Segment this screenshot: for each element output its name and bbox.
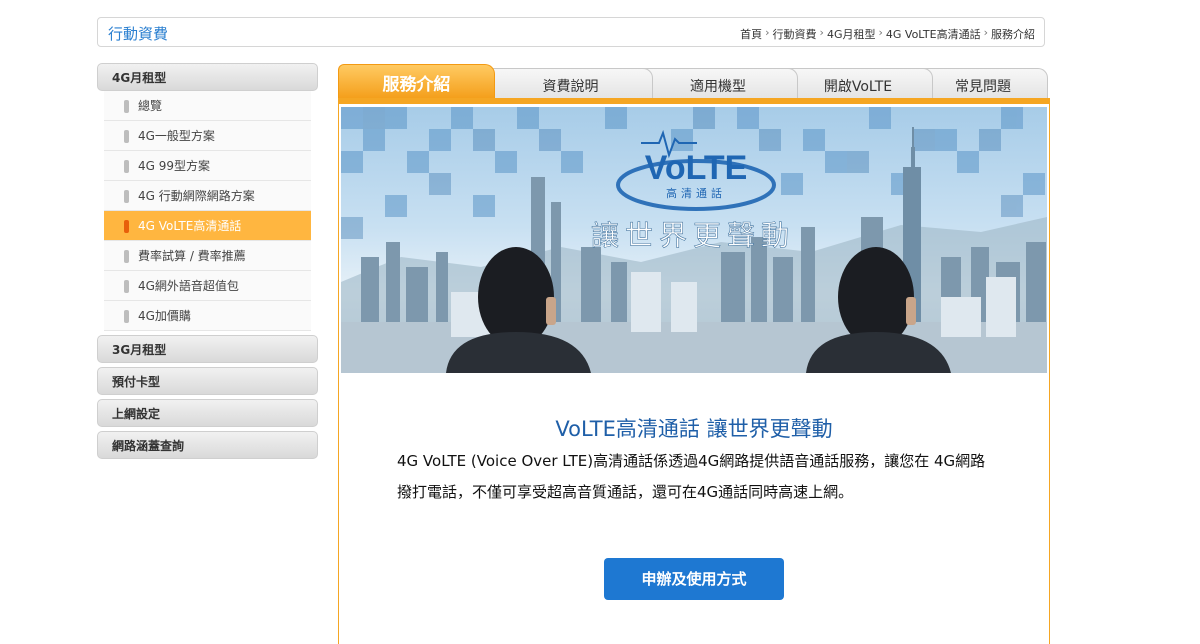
breadcrumb-separator: › [819,26,824,39]
breadcrumb-4g-monthly[interactable]: 4G月租型 [827,26,876,42]
volte-logo-subtext: 高清通話 [666,186,726,200]
service-description: 4G VoLTE (Voice Over LTE)高清通話係透過4G網路提供語音… [397,452,986,501]
banner-art: VoLTE 高清通話 讓世界更聲動 [341,107,1047,373]
sidebar-group-internet-settings[interactable]: 上網設定 [97,399,318,427]
sidebar-item-4g-volte[interactable]: 4G VoLTE高清通話 [104,211,311,241]
breadcrumb-separator: › [983,26,988,39]
sidebar-item-label: 總覽 [138,99,163,113]
bullet-bar [124,310,129,323]
sidebar-item-4g-internet[interactable]: 4G 行動網際網路方案 [104,181,311,211]
sidebar-item-label: 4G VoLTE高清通話 [138,219,242,233]
tab-bar: 常見問題 開啟VoLTE 適用機型 資費說明 服務介紹 [338,64,1050,102]
breadcrumb-volte[interactable]: 4G VoLTE高清通話 [886,26,981,42]
banner-slogan: 讓世界更聲動 [591,219,795,252]
tab-rate-details[interactable]: 資費說明 [488,68,653,102]
breadcrumb-home[interactable]: 首頁 [740,26,762,42]
section-headline: VoLTE高清通話 讓世界更聲動 [555,417,833,441]
apply-usage-button[interactable]: 申辦及使用方式 [604,558,784,600]
sidebar-item-label: 4G一般型方案 [138,129,215,143]
sidebar-item-label: 4G網外語音超值包 [138,279,239,293]
sidebar-group-coverage[interactable]: 網路涵蓋查詢 [97,431,318,459]
breadcrumb: 首頁 › 行動資費 › 4G月租型 › 4G VoLTE高清通話 › 服務介紹 [740,26,1035,42]
tab-faq[interactable]: 常見問題 [918,68,1048,102]
volte-banner: VoLTE 高清通話 讓世界更聲動 [341,107,1047,373]
sidebar-item-label: 4G 99型方案 [138,159,211,173]
sidebar-item-4g-addon[interactable]: 4G加價購 [104,301,311,331]
tab-enable-volte[interactable]: 開啟VoLTE [783,68,933,102]
header-bar: 行動資費 首頁 › 行動資費 › 4G月租型 › 4G VoLTE高清通話 › … [97,17,1045,47]
sidebar-item-4g-general[interactable]: 4G一般型方案 [104,121,311,151]
sidebar-item-label: 4G加價購 [138,309,191,323]
breadcrumb-mobile-rates[interactable]: 行動資費 [773,26,817,42]
page-title: 行動資費 [108,25,169,43]
bullet-bar [124,130,129,143]
sidebar-item-label: 4G 行動網際網路方案 [138,189,255,203]
bullet-bar [124,250,129,263]
sidebar-submenu: 總覽 4G一般型方案 4G 99型方案 4G 行動網際網路方案 4G VoLTE… [104,91,311,331]
bullet-bar [124,160,129,173]
sidebar: 4G月租型 總覽 4G一般型方案 4G 99型方案 4G 行動網際網路方案 4G… [97,63,318,463]
sidebar-item-rate-calc[interactable]: 費率試算 / 費率推薦 [104,241,311,271]
sidebar-item-offnet-voice[interactable]: 4G網外語音超值包 [104,271,311,301]
sidebar-item-label: 費率試算 / 費率推薦 [138,249,246,263]
tab-service-intro[interactable]: 服務介紹 [338,64,495,102]
sidebar-group-4g-monthly[interactable]: 4G月租型 [97,63,318,91]
bullet-bar [124,280,129,293]
breadcrumb-current: 服務介紹 [991,28,1035,41]
sidebar-group-3g-monthly[interactable]: 3G月租型 [97,335,318,363]
breadcrumb-separator: › [878,26,883,39]
sidebar-item-overview[interactable]: 總覽 [104,91,311,121]
bullet-bar [124,100,129,113]
bullet-bar [124,220,129,233]
tab-devices[interactable]: 適用機型 [638,68,798,102]
breadcrumb-separator: › [765,26,770,39]
volte-logo-text: VoLTE [645,149,748,187]
bullet-bar [124,190,129,203]
sidebar-item-4g-99[interactable]: 4G 99型方案 [104,151,311,181]
sidebar-group-prepaid[interactable]: 預付卡型 [97,367,318,395]
